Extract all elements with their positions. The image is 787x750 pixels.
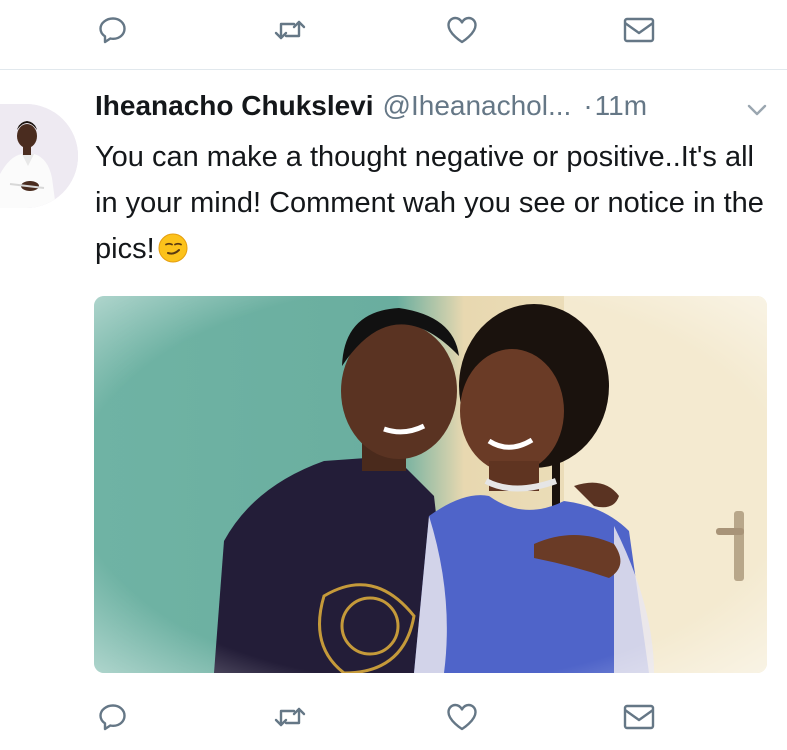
tweet-text: You can make a thought negative or posit… [95,134,775,272]
retweet-icon[interactable] [270,697,310,737]
reply-icon[interactable] [93,10,133,50]
like-icon[interactable] [442,697,482,737]
chevron-down-icon[interactable] [745,98,769,122]
direct-message-icon[interactable] [619,697,659,737]
like-icon[interactable] [442,10,482,50]
tweet-photo[interactable] [94,296,767,673]
tweet-header: Iheanacho Chukslevi @Iheanachol... · 11m [95,90,775,130]
smirking-face-icon [157,232,189,264]
tweet-text-body: You can make a thought negative or posit… [95,141,764,265]
author-handle[interactable]: @Iheanachol... [383,90,572,122]
author-name[interactable]: Iheanacho Chukslevi [95,90,374,122]
tweet-actions [0,697,787,749]
timestamp[interactable]: 11m [595,90,647,122]
retweet-icon[interactable] [270,10,310,50]
separator-dot: · [583,90,593,121]
direct-message-icon[interactable] [619,10,659,50]
previous-tweet-actions [0,10,787,62]
tweet-divider [0,69,787,70]
reply-icon[interactable] [93,697,133,737]
avatar[interactable] [0,104,78,208]
